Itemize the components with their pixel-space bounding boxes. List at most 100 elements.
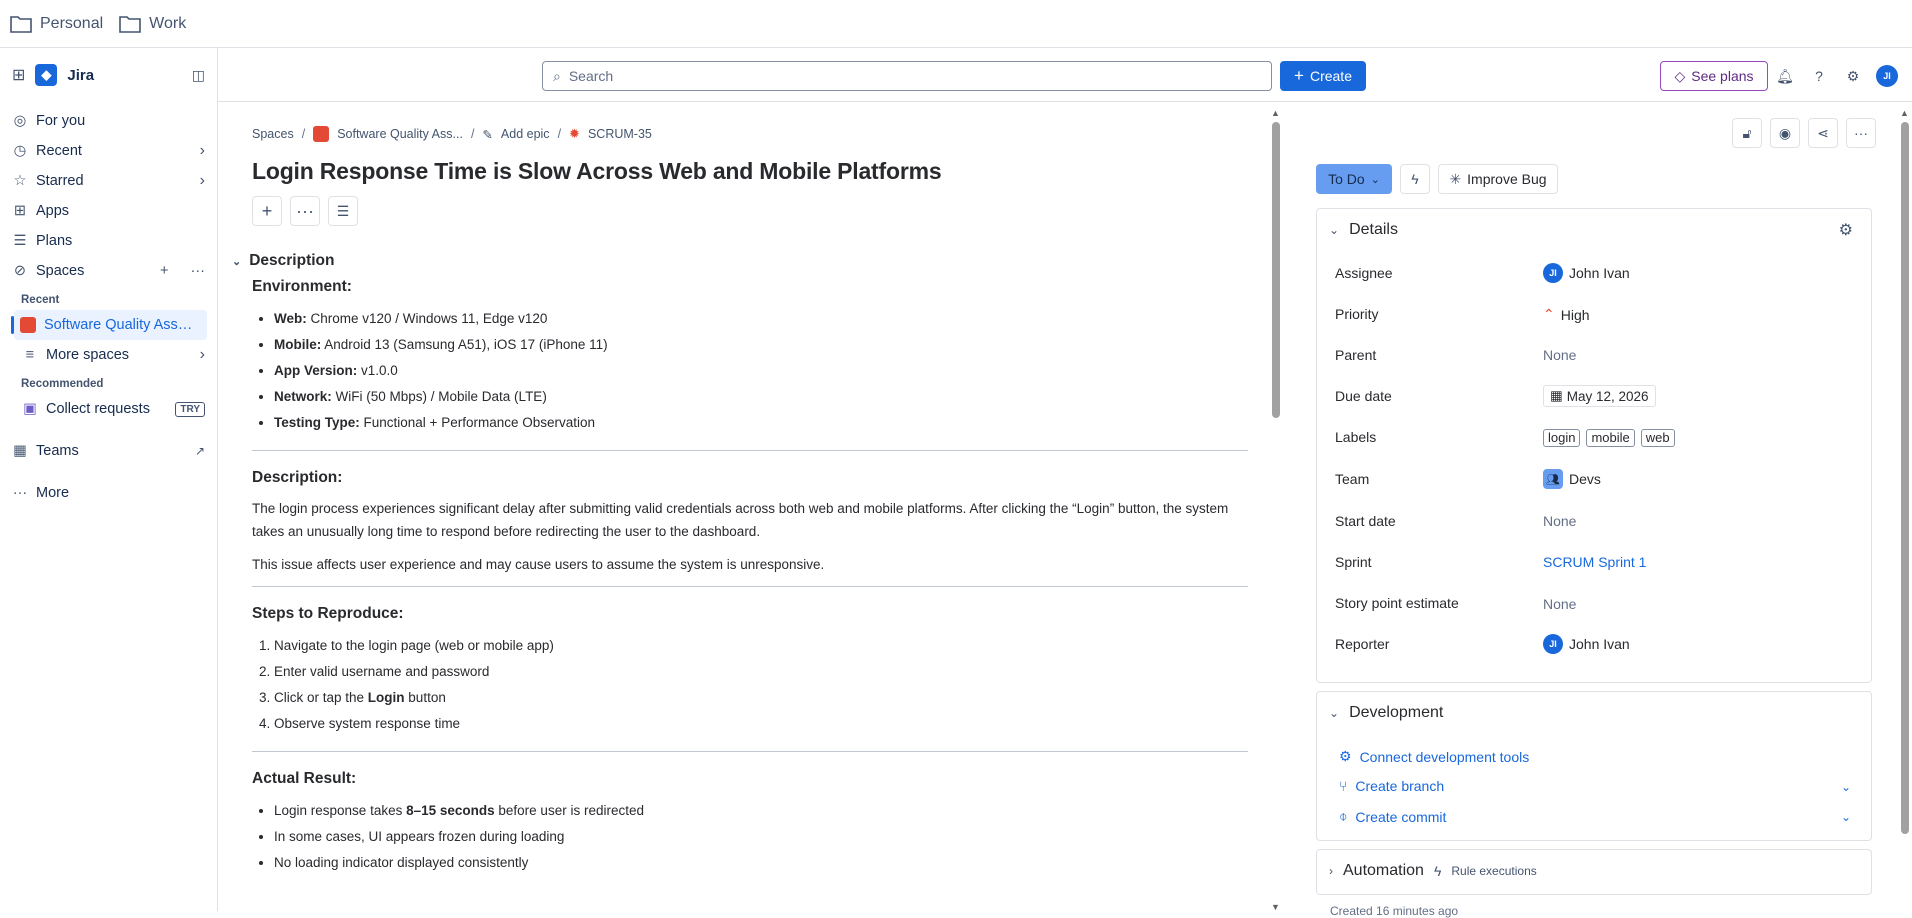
notifications-bell-icon[interactable]: 🔔︎ bbox=[1776, 67, 1794, 85]
chevron-down-icon[interactable]: ⌄ bbox=[1841, 780, 1851, 794]
chevron-right-icon[interactable]: › bbox=[200, 172, 205, 190]
external-link-icon[interactable]: ↗ bbox=[195, 444, 205, 458]
development-heading: Development bbox=[1349, 704, 1444, 721]
more-icon[interactable]: ··· bbox=[191, 263, 206, 279]
list-item: Click or tap the Login button bbox=[274, 685, 1248, 711]
breadcrumb-spaces[interactable]: Spaces bbox=[252, 127, 294, 141]
automation-panel: › Automation ϟ Rule executions bbox=[1316, 849, 1872, 895]
sidebar-item-apps[interactable]: ⊞ Apps bbox=[0, 196, 217, 226]
actual-list: Login response takes 8–15 seconds before… bbox=[252, 798, 1248, 876]
sidebar-item-collect-requests[interactable]: ▣ Collect requests TRY bbox=[0, 394, 217, 424]
labels-value[interactable]: login mobile web bbox=[1543, 429, 1675, 447]
plans-icon: ☰ bbox=[13, 233, 27, 249]
status-dropdown[interactable]: To Do ⌄ bbox=[1316, 164, 1392, 194]
automation-header[interactable]: › Automation ϟ Rule executions bbox=[1317, 850, 1871, 892]
sidebar-item-for-you[interactable]: ◎ For you bbox=[0, 106, 217, 136]
sidebar-item-spaces[interactable]: ⊘ Spaces + ··· bbox=[0, 256, 217, 286]
main-scrollbar[interactable]: ▲ ▼ bbox=[1271, 108, 1281, 912]
lock-button[interactable]: 🔓︎ bbox=[1732, 118, 1762, 148]
more-actions-button[interactable]: ··· bbox=[1846, 118, 1876, 148]
sidebar-item-label: Starred bbox=[36, 173, 84, 189]
label-tag[interactable]: login bbox=[1543, 429, 1581, 447]
bookmark-personal[interactable]: Personal bbox=[10, 15, 103, 33]
reporter-value[interactable]: JI John Ivan bbox=[1543, 634, 1630, 654]
collapse-sidebar-icon[interactable]: ◫ bbox=[192, 67, 205, 84]
chevron-down-icon: ⌄ bbox=[1329, 706, 1340, 720]
description-body[interactable]: Environment: Web: Chrome v120 / Windows … bbox=[252, 278, 1248, 876]
parent-value[interactable]: None bbox=[1543, 347, 1576, 363]
sidebar-item-plans[interactable]: ☰ Plans bbox=[0, 226, 217, 256]
apps-grid-icon: ⊞ bbox=[13, 203, 27, 219]
list-item: No loading indicator displayed consisten… bbox=[274, 850, 1248, 876]
app-name[interactable]: Jira bbox=[67, 67, 181, 84]
improve-bug-button[interactable]: ✳ Improve Bug bbox=[1438, 164, 1558, 194]
assignee-value[interactable]: JI John Ivan bbox=[1543, 263, 1630, 283]
checklist-button[interactable]: ☰ bbox=[328, 196, 358, 226]
sidebar-header: ⊞ ◆ Jira ◫ bbox=[0, 48, 217, 102]
calendar-icon: ▦ bbox=[1550, 388, 1563, 403]
label-tag[interactable]: web bbox=[1640, 429, 1675, 447]
watch-button[interactable]: ◉ bbox=[1770, 118, 1800, 148]
sidebar-item-starred[interactable]: ☆ Starred › bbox=[0, 166, 217, 196]
development-header[interactable]: ⌄ Development bbox=[1317, 692, 1871, 734]
label-tag[interactable]: mobile bbox=[1586, 429, 1635, 447]
settings-gear-icon[interactable]: ⚙ bbox=[1839, 220, 1853, 240]
create-commit-link[interactable]: ⌽ Create commit bbox=[1339, 808, 1446, 825]
sidebar-item-teams[interactable]: ▦ Teams ↗ bbox=[0, 436, 217, 466]
app-switcher-icon[interactable]: ⊞ bbox=[12, 65, 25, 85]
right-scrollbar[interactable]: ▲ bbox=[1900, 108, 1910, 908]
scroll-up-icon[interactable]: ▲ bbox=[1271, 108, 1280, 118]
create-button[interactable]: + Create bbox=[1280, 61, 1366, 91]
environment-heading: Environment: bbox=[252, 278, 352, 295]
create-branch-link[interactable]: ⑂ Create branch bbox=[1339, 778, 1444, 794]
field-label: Priority bbox=[1335, 306, 1379, 322]
settings-gear-icon[interactable]: ⚙ bbox=[1844, 67, 1862, 85]
chevron-right-icon[interactable]: › bbox=[200, 346, 205, 364]
automation-heading: Automation bbox=[1343, 862, 1424, 879]
connect-dev-tools-link[interactable]: ⚙ Connect development tools bbox=[1339, 748, 1529, 765]
add-space-icon[interactable]: + bbox=[160, 263, 168, 279]
add-button[interactable]: + bbox=[252, 196, 282, 226]
sidebar-item-recent[interactable]: ◷ Recent › bbox=[0, 136, 217, 166]
scroll-up-icon[interactable]: ▲ bbox=[1900, 108, 1909, 118]
bookmark-work[interactable]: Work bbox=[119, 15, 186, 33]
story-points-value[interactable]: None bbox=[1543, 596, 1576, 612]
start-date-value[interactable]: None bbox=[1543, 513, 1576, 529]
field-label: Assignee bbox=[1335, 265, 1393, 281]
sidebar-item-more[interactable]: ··· More bbox=[0, 478, 217, 508]
scrollbar-thumb[interactable] bbox=[1272, 122, 1280, 418]
priority-value[interactable]: ⌃ High bbox=[1543, 306, 1590, 323]
jira-logo-icon[interactable]: ◆ bbox=[35, 64, 58, 86]
see-plans-button[interactable]: ◇ See plans bbox=[1660, 61, 1768, 91]
due-date-value[interactable]: ▦ May 12, 2026 bbox=[1543, 385, 1656, 407]
breadcrumb: Spaces / Software Quality Ass... / ✎ Add… bbox=[252, 126, 652, 142]
teams-icon: ▦ bbox=[13, 443, 27, 459]
field-label: Labels bbox=[1335, 429, 1377, 445]
more-actions-button[interactable]: ··· bbox=[290, 196, 320, 226]
avatar[interactable]: JI bbox=[1876, 65, 1898, 87]
details-header[interactable]: ⌄ Details ⚙ bbox=[1317, 209, 1871, 251]
sprint-value[interactable]: SCRUM Sprint 1 bbox=[1543, 554, 1646, 570]
field-label: Story point estimate bbox=[1335, 595, 1459, 611]
divider bbox=[252, 751, 1248, 752]
chevron-right-icon[interactable]: › bbox=[200, 142, 205, 160]
clock-icon: ◷ bbox=[13, 143, 27, 159]
breadcrumb-project[interactable]: Software Quality Ass... bbox=[337, 127, 463, 141]
description-section-header[interactable]: ⌄ Description bbox=[232, 252, 334, 270]
sidebar-item-more-spaces[interactable]: ≡ More spaces › bbox=[0, 340, 217, 370]
chevron-down-icon[interactable]: ⌄ bbox=[1841, 810, 1851, 824]
breadcrumb-add-epic[interactable]: Add epic bbox=[501, 127, 550, 141]
issue-title[interactable]: Login Response Time is Slow Across Web a… bbox=[252, 158, 942, 185]
sparkle-icon: ✳ bbox=[1449, 170, 1462, 187]
issue-toolbar: + ··· ☰ bbox=[252, 196, 358, 226]
automation-button[interactable]: ϟ bbox=[1400, 164, 1430, 194]
sidebar-item-software-quality[interactable]: Software Quality Assur... bbox=[11, 310, 207, 340]
team-value[interactable]: 👥︎ Devs bbox=[1543, 469, 1601, 489]
status-label: To Do bbox=[1328, 171, 1365, 187]
scrollbar-thumb[interactable] bbox=[1901, 122, 1909, 834]
breadcrumb-issue-key[interactable]: SCRUM-35 bbox=[588, 127, 652, 141]
search-input[interactable]: ⌕ Search bbox=[542, 61, 1272, 91]
share-button[interactable]: ⋖ bbox=[1808, 118, 1838, 148]
help-icon[interactable]: ? bbox=[1810, 67, 1828, 85]
list-item: Login response takes 8–15 seconds before… bbox=[274, 798, 1248, 824]
